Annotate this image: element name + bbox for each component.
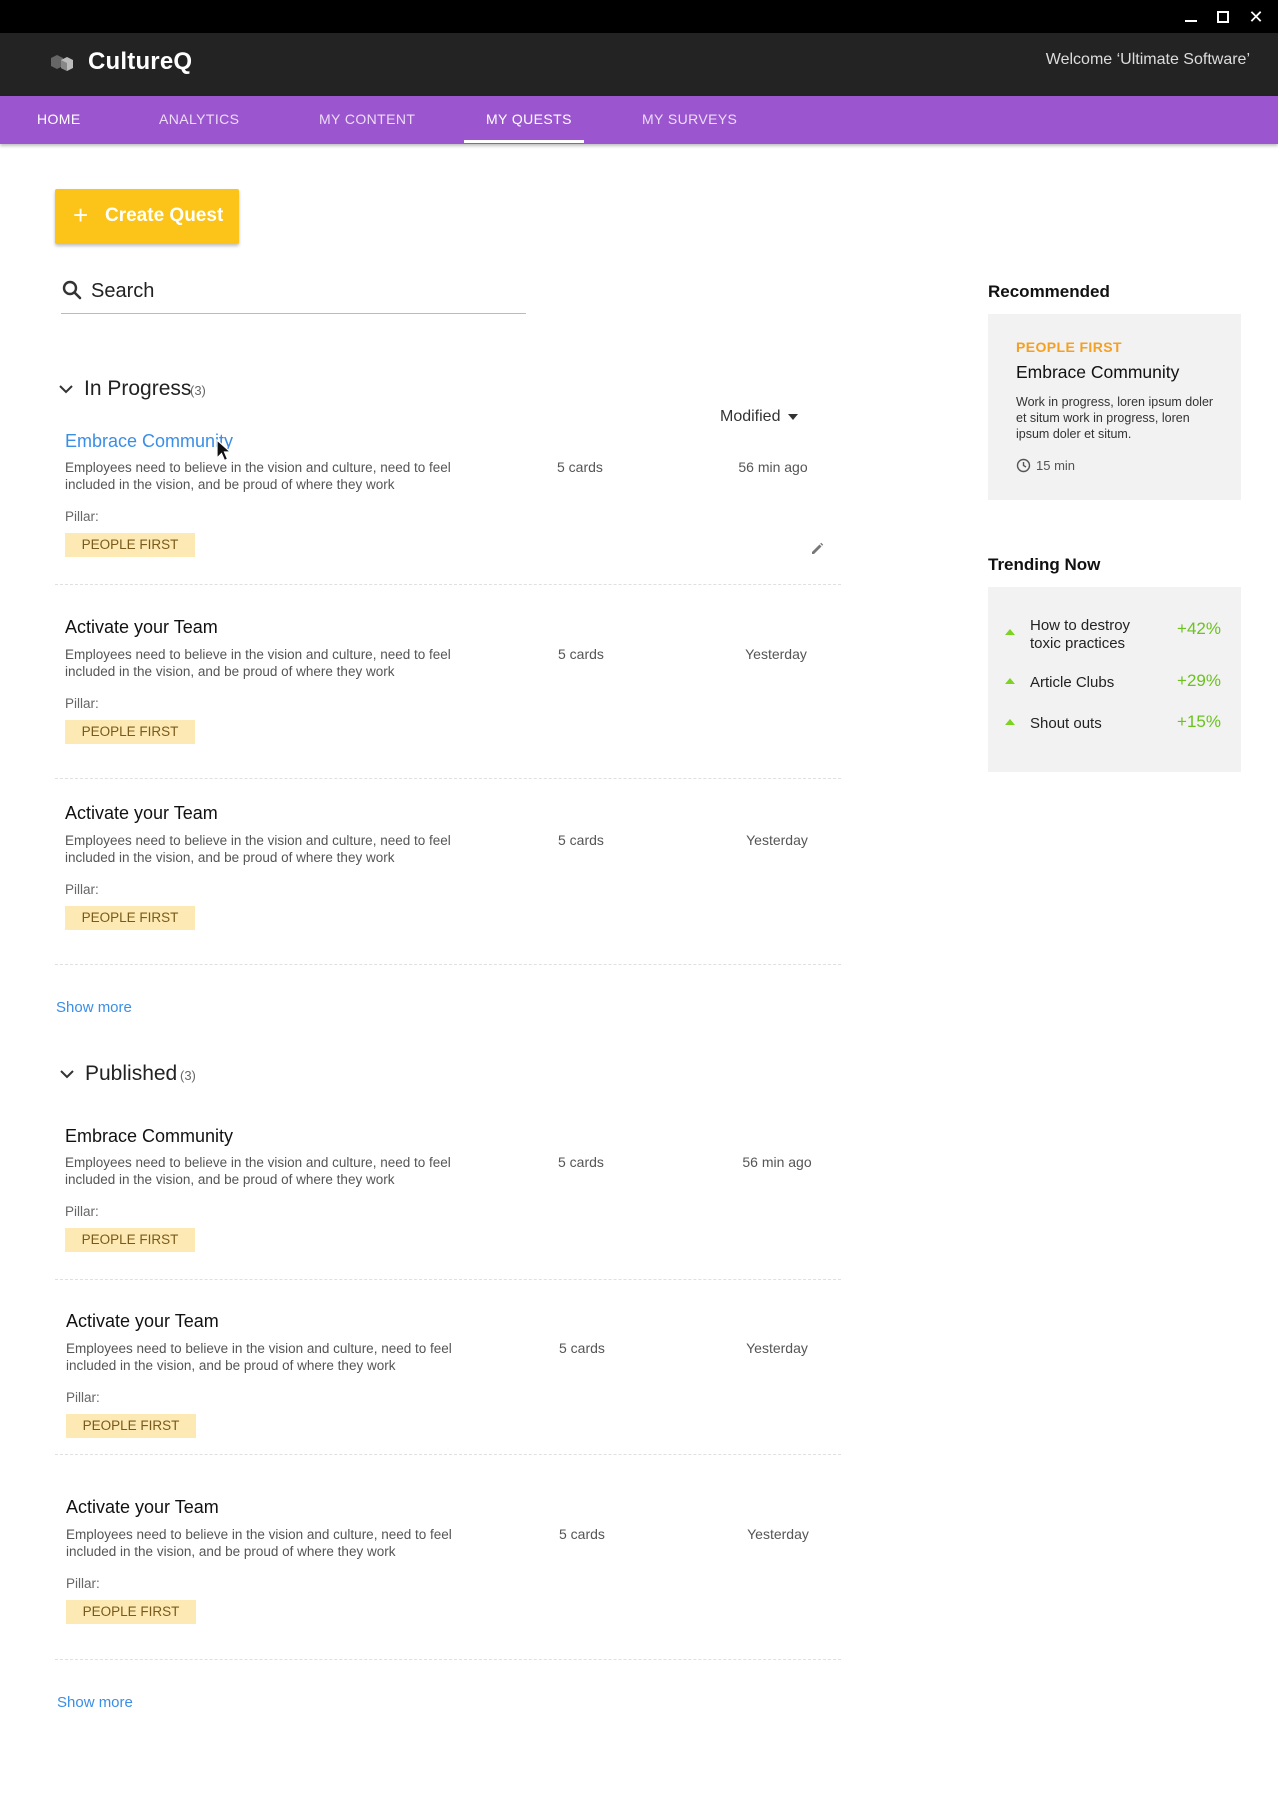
trending-percent: +15% xyxy=(1177,712,1221,731)
quest-description: Employees need to believe in the vision … xyxy=(65,1155,451,1187)
sort-label: Modified xyxy=(720,408,781,425)
quest-modified: Yesterday xyxy=(746,832,808,848)
recommended-title: Embrace Community xyxy=(1016,362,1180,382)
quest-item[interactable]: Activate your Team Employees need to bel… xyxy=(55,612,841,779)
recommended-pillar: PEOPLE FIRST xyxy=(1016,339,1122,355)
window-titlebar: ✕ xyxy=(0,0,1278,33)
recommended-card[interactable]: PEOPLE FIRST Embrace Community Work in p… xyxy=(988,314,1241,500)
trend-up-arrow-icon xyxy=(1005,678,1015,684)
recommended-heading: Recommended xyxy=(988,282,1110,301)
pillar-label: Pillar: xyxy=(66,1576,100,1591)
pencil-icon[interactable] xyxy=(809,541,825,557)
section-count: (3) xyxy=(180,1068,196,1083)
trending-heading: Trending Now xyxy=(988,555,1101,574)
trend-up-arrow-icon xyxy=(1005,629,1015,635)
section-count: (3) xyxy=(190,383,206,398)
trending-percent: +42% xyxy=(1177,619,1221,638)
main-nav: HOME ANALYTICS MY CONTENT MY QUESTS MY S… xyxy=(0,96,1278,144)
minimize-button[interactable] xyxy=(1180,6,1202,28)
quest-title[interactable]: Activate your Team xyxy=(66,1497,219,1518)
trending-percent: +29% xyxy=(1177,671,1221,690)
sort-dropdown[interactable]: Modified xyxy=(720,408,799,426)
quest-card-count: 5 cards xyxy=(558,646,604,662)
show-more-published[interactable]: Show more xyxy=(57,1694,133,1711)
app-header: CultureQ Welcome ‘Ultimate Software’ xyxy=(0,33,1278,96)
welcome-message: Welcome ‘Ultimate Software’ xyxy=(1045,51,1250,68)
nav-home[interactable]: HOME xyxy=(37,96,81,144)
quest-modified: 56 min ago xyxy=(738,459,808,475)
pillar-tag: PEOPLE FIRST xyxy=(65,533,195,557)
quest-description: Employees need to believe in the vision … xyxy=(66,1341,452,1373)
quest-item[interactable]: Embrace Community Employees need to beli… xyxy=(55,1120,841,1280)
pillar-tag: PEOPLE FIRST xyxy=(66,1600,196,1624)
quest-description: Employees need to believe in the vision … xyxy=(65,833,451,865)
close-button[interactable]: ✕ xyxy=(1245,6,1267,28)
published-header[interactable]: Published (3) xyxy=(59,1062,299,1092)
clock-icon xyxy=(1016,458,1031,473)
app-brand: CultureQ xyxy=(88,48,193,75)
quest-title[interactable]: Embrace Community xyxy=(65,431,233,452)
pillar-label: Pillar: xyxy=(65,509,99,524)
quest-card-count: 5 cards xyxy=(557,459,603,475)
maximize-icon xyxy=(1217,11,1229,23)
nav-my-content[interactable]: MY CONTENT xyxy=(319,96,415,144)
pillar-tag: PEOPLE FIRST xyxy=(65,720,195,744)
trending-card: How to destroy toxic practices +42% Arti… xyxy=(988,587,1241,772)
quest-modified: Yesterday xyxy=(745,646,807,662)
caret-down-icon xyxy=(788,413,799,420)
close-icon: ✕ xyxy=(1248,7,1264,27)
in-progress-header[interactable]: In Progress (3) xyxy=(58,377,298,407)
nav-my-surveys[interactable]: MY SURVEYS xyxy=(642,96,737,144)
quest-description: Employees need to believe in the vision … xyxy=(65,460,451,492)
section-title: Published xyxy=(85,1062,178,1085)
quest-description: Employees need to believe in the vision … xyxy=(65,647,451,679)
section-title: In Progress xyxy=(84,377,192,400)
quest-modified: 56 min ago xyxy=(742,1154,812,1170)
trending-label: Article Clubs xyxy=(1030,674,1115,691)
quest-card-count: 5 cards xyxy=(559,1526,605,1542)
show-more-in-progress[interactable]: Show more xyxy=(56,999,132,1016)
quest-title[interactable]: Activate your Team xyxy=(65,617,218,638)
search-bar xyxy=(61,272,526,314)
quest-modified: Yesterday xyxy=(746,1340,808,1356)
pillar-tag: PEOPLE FIRST xyxy=(65,906,195,930)
maximize-button[interactable] xyxy=(1212,6,1234,28)
pillar-label: Pillar: xyxy=(66,1390,100,1405)
create-quest-button[interactable]: + Create Quest xyxy=(55,189,239,244)
quest-card-count: 5 cards xyxy=(559,1340,605,1356)
quest-title[interactable]: Activate your Team xyxy=(65,803,218,824)
nav-analytics[interactable]: ANALYTICS xyxy=(159,96,239,144)
quest-item[interactable]: Activate your Team Employees need to bel… xyxy=(55,798,841,965)
search-icon xyxy=(62,280,82,300)
duration-text: 15 min xyxy=(1036,458,1076,473)
quest-item[interactable]: Activate your Team Employees need to bel… xyxy=(55,1306,841,1455)
nav-my-quests[interactable]: MY QUESTS xyxy=(486,96,572,144)
quest-card-count: 5 cards xyxy=(558,1154,604,1170)
quest-item[interactable]: Embrace Community Employees need to beli… xyxy=(55,425,841,585)
create-quest-label: Create Quest xyxy=(105,205,224,226)
recommended-description: Work in progress, loren ipsum doler et s… xyxy=(1016,395,1214,441)
pillar-label: Pillar: xyxy=(65,882,99,897)
plus-icon: + xyxy=(73,200,89,230)
active-tab-indicator xyxy=(464,140,584,143)
trending-label: Shout outs xyxy=(1030,715,1102,732)
quest-modified: Yesterday xyxy=(747,1526,809,1542)
quest-description: Employees need to believe in the vision … xyxy=(66,1527,452,1559)
hexagon-logo-icon xyxy=(51,55,73,71)
pillar-tag: PEOPLE FIRST xyxy=(65,1228,195,1252)
quest-card-count: 5 cards xyxy=(558,832,604,848)
trending-label: How to destroy toxic practices xyxy=(1030,617,1131,652)
pillar-tag: PEOPLE FIRST xyxy=(66,1414,196,1438)
pillar-label: Pillar: xyxy=(65,696,99,711)
quest-title[interactable]: Embrace Community xyxy=(65,1126,233,1147)
quest-title[interactable]: Activate your Team xyxy=(66,1311,219,1332)
chevron-down-icon xyxy=(60,1070,74,1079)
quest-item[interactable]: Activate your Team Employees need to bel… xyxy=(55,1492,841,1660)
pillar-label: Pillar: xyxy=(65,1204,99,1219)
chevron-down-icon xyxy=(59,385,73,394)
trend-up-arrow-icon xyxy=(1005,719,1015,725)
minimize-icon xyxy=(1185,20,1197,22)
search-input[interactable] xyxy=(91,276,511,306)
mouse-cursor-icon xyxy=(216,439,233,462)
